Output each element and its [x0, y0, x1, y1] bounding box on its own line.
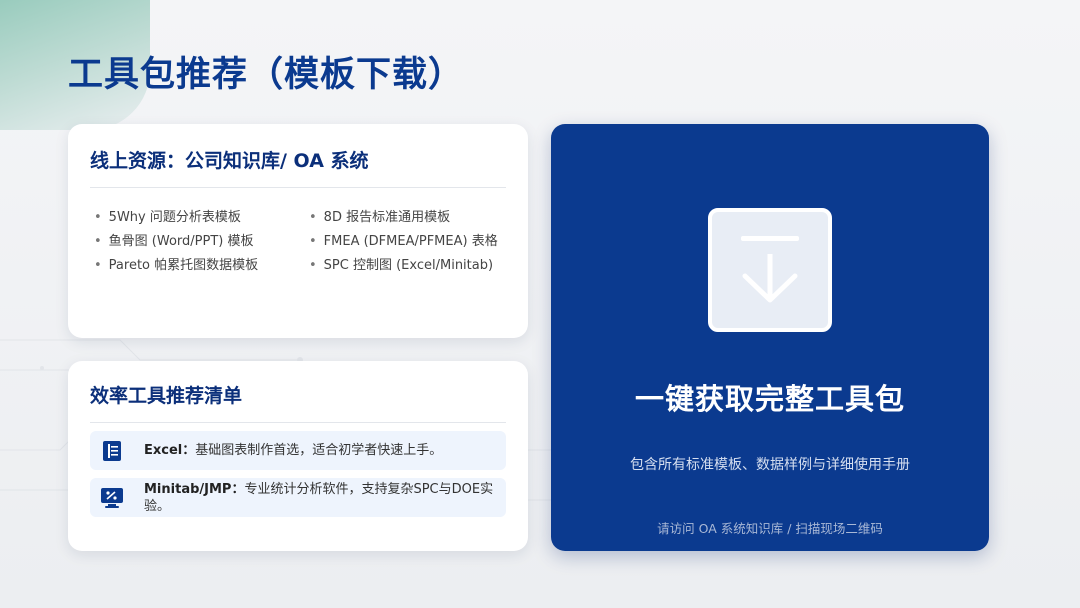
- resource-list: 5Why 问题分析表模板 8D 报告标准通用模板 鱼骨图 (Word/PPT) …: [90, 206, 506, 273]
- resource-item: 鱼骨图 (Word/PPT) 模板: [94, 230, 309, 249]
- spreadsheet-icon: [100, 439, 124, 463]
- tool-desc: 基础图表制作首选，适合初学者快速上手。: [195, 443, 443, 458]
- tool-name: Minitab/JMP：: [144, 481, 245, 497]
- cta-subtitle: 包含所有标准模板、数据样例与详细使用手册: [630, 457, 910, 473]
- cta-access-note: 请访问 OA 系统知识库 / 扫描现场二维码: [657, 521, 883, 536]
- resource-item: 8D 报告标准通用模板: [309, 206, 509, 225]
- online-resources-card: 线上资源：公司知识库/ OA 系统 5Why 问题分析表模板 8D 报告标准通用…: [68, 124, 528, 338]
- online-resources-title: 线上资源：公司知识库/ OA 系统: [90, 146, 506, 188]
- tool-item-excel: Excel：基础图表制作首选，适合初学者快速上手。: [90, 431, 506, 470]
- resource-item: Pareto 帕累托图数据模板: [94, 254, 309, 273]
- stats-monitor-icon: [100, 486, 124, 510]
- cta-title: 一键获取完整工具包: [634, 382, 905, 416]
- tool-item-minitab: Minitab/JMP：专业统计分析软件，支持复杂SPC与DOE实验。: [90, 478, 506, 517]
- resource-item: 5Why 问题分析表模板: [94, 206, 309, 225]
- resource-item: SPC 控制图 (Excel/Minitab): [309, 254, 509, 273]
- page-title: 工具包推荐（模板下载）: [68, 55, 465, 95]
- download-icon[interactable]: [708, 208, 832, 332]
- tool-name: Excel：: [144, 443, 196, 458]
- efficiency-tools-title: 效率工具推荐清单: [90, 381, 506, 423]
- efficiency-tools-card: 效率工具推荐清单 Excel：基础图表制作首选，适合初学者快速上手。 Minit…: [68, 361, 528, 551]
- tool-description: Minitab/JMP：专业统计分析软件，支持复杂SPC与DOE实验。: [144, 481, 496, 515]
- tool-description: Excel：基础图表制作首选，适合初学者快速上手。: [144, 442, 442, 459]
- download-toolkit-panel[interactable]: 一键获取完整工具包 包含所有标准模板、数据样例与详细使用手册 请访问 OA 系统…: [551, 124, 989, 551]
- resource-item: FMEA (DFMEA/PFMEA) 表格: [309, 230, 509, 249]
